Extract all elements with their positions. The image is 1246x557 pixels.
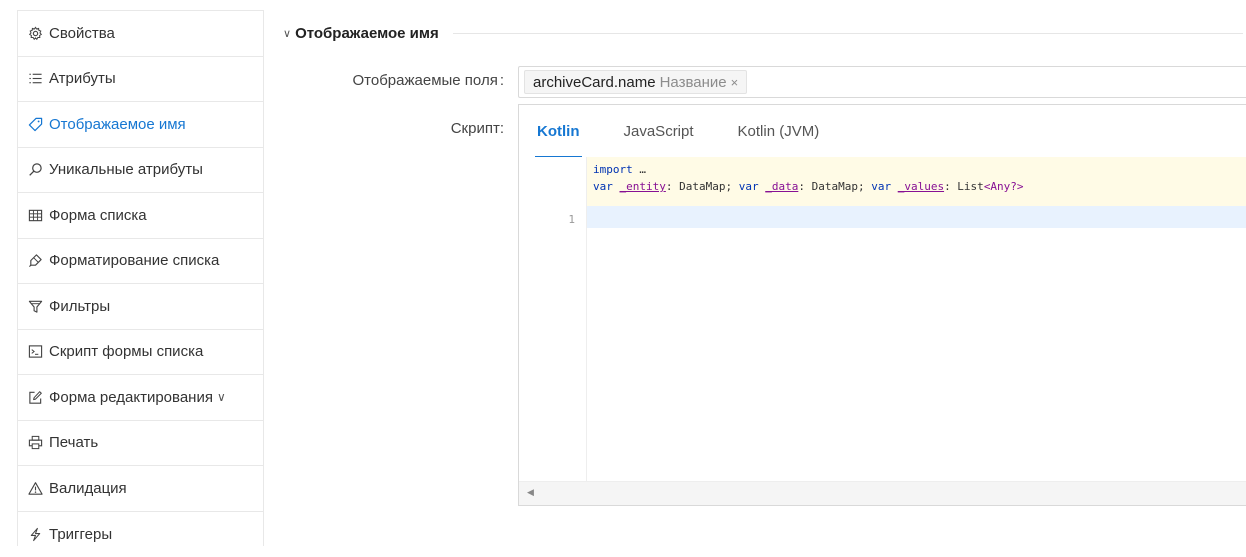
tab-kotlin-jvm[interactable]: Kotlin (JVM) bbox=[738, 105, 820, 157]
edit-icon bbox=[27, 389, 43, 405]
sidebar-item-label: Фильтры bbox=[49, 298, 110, 315]
selected-field-tag: archiveCard.name Название × bbox=[524, 70, 747, 94]
sidebar-item-edit-form[interactable]: Форма редактирования ∨ bbox=[18, 375, 263, 421]
sidebar-item-properties[interactable]: Свойства bbox=[18, 11, 263, 57]
tag-icon bbox=[27, 116, 43, 132]
sidebar-item-label: Уникальные атрибуты bbox=[49, 161, 203, 178]
sidebar-item-label: Скрипт формы списка bbox=[49, 343, 203, 360]
sidebar-item-triggers[interactable]: Триггеры bbox=[18, 512, 263, 557]
lightning-icon bbox=[27, 526, 43, 542]
sidebar-item-label: Форма редактирования bbox=[49, 389, 213, 406]
brush-icon bbox=[27, 253, 43, 269]
sidebar-item-list-formatting[interactable]: Форматирование списка bbox=[18, 239, 263, 285]
sidebar-item-unique-attributes[interactable]: Уникальные атрибуты bbox=[18, 148, 263, 194]
close-icon[interactable]: × bbox=[731, 75, 739, 90]
sidebar-item-filters[interactable]: Фильтры bbox=[18, 284, 263, 330]
code-input-line[interactable] bbox=[587, 206, 1246, 228]
filter-icon bbox=[27, 298, 43, 314]
sidebar-item-list-form[interactable]: Форма списка bbox=[18, 193, 263, 239]
code-prelude: import … var _entity: DataMap; var _data… bbox=[587, 157, 1246, 206]
language-tabs: Kotlin JavaScript Kotlin (JVM) bbox=[519, 105, 1246, 158]
section-title: Отображаемое имя bbox=[295, 25, 439, 42]
search-icon bbox=[27, 162, 43, 178]
printer-icon bbox=[27, 435, 43, 451]
sidebar-item-label: Отображаемое имя bbox=[49, 116, 186, 133]
tab-javascript[interactable]: JavaScript bbox=[624, 105, 694, 157]
warning-icon bbox=[27, 480, 43, 496]
line-number: 1 bbox=[519, 213, 575, 226]
horizontal-scrollbar[interactable]: ◀ bbox=[519, 481, 1246, 505]
chevron-down-icon[interactable]: ∨ bbox=[217, 390, 226, 404]
sidebar: Свойства Атрибуты Отображаемое имя Уника… bbox=[17, 10, 264, 546]
sidebar-item-label: Свойства bbox=[49, 25, 115, 42]
scroll-left-icon[interactable]: ◀ bbox=[527, 487, 534, 498]
sidebar-item-label: Печать bbox=[49, 434, 98, 451]
tag-value: archiveCard.name bbox=[533, 74, 656, 91]
sidebar-item-print[interactable]: Печать bbox=[18, 421, 263, 467]
sidebar-item-validation[interactable]: Валидация bbox=[18, 466, 263, 512]
line-gutter: 1 bbox=[519, 157, 587, 483]
tag-caption: Название bbox=[660, 74, 727, 91]
script-label: Скрипт: bbox=[274, 120, 504, 137]
terminal-icon bbox=[27, 344, 43, 360]
table-icon bbox=[27, 207, 43, 223]
sidebar-item-attributes[interactable]: Атрибуты bbox=[18, 57, 263, 103]
sidebar-item-label: Валидация bbox=[49, 480, 127, 497]
section-header-display-name[interactable]: ∨ Отображаемое имя bbox=[283, 23, 1243, 43]
chevron-down-icon: ∨ bbox=[283, 27, 291, 40]
script-editor: Kotlin JavaScript Kotlin (JVM) 1 import … bbox=[518, 104, 1246, 506]
sidebar-item-label: Атрибуты bbox=[49, 70, 116, 87]
sidebar-item-display-name[interactable]: Отображаемое имя bbox=[18, 102, 263, 148]
sidebar-item-label: Форма списка bbox=[49, 207, 147, 224]
top-spacer bbox=[0, 0, 1246, 10]
sidebar-item-label: Триггеры bbox=[49, 526, 112, 543]
display-fields-select[interactable]: archiveCard.name Название × bbox=[518, 66, 1246, 98]
sidebar-item-label: Форматирование списка bbox=[49, 252, 219, 269]
list-icon bbox=[27, 71, 43, 87]
tab-kotlin[interactable]: Kotlin bbox=[537, 105, 580, 157]
display-fields-label: Отображаемые поля: bbox=[274, 72, 504, 89]
sidebar-item-list-form-script[interactable]: Скрипт формы списка bbox=[18, 330, 263, 376]
section-divider bbox=[453, 33, 1243, 34]
gear-icon bbox=[27, 25, 43, 41]
